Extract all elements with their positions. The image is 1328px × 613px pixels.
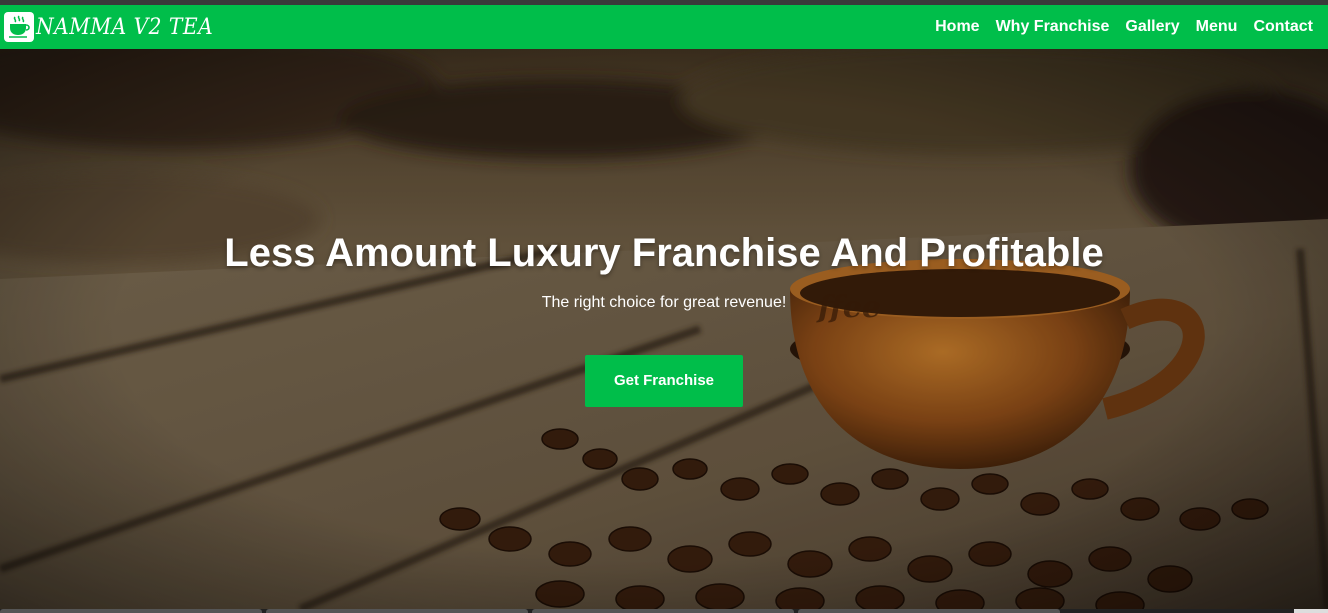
- strip-end: [1294, 609, 1328, 613]
- nav-link-home[interactable]: Home: [935, 18, 979, 36]
- brand-name: NAMMA V2 TEA: [36, 14, 214, 40]
- hero-title: Less Amount Luxury Franchise And Profita…: [224, 231, 1104, 275]
- strip-tab: [532, 609, 794, 613]
- hero-subtitle: The right choice for great revenue!: [541, 294, 787, 311]
- hero-section: ffee: [0, 49, 1328, 609]
- nav-link-why-franchise[interactable]: Why Franchise: [996, 18, 1110, 36]
- get-franchise-button[interactable]: Get Franchise: [585, 355, 743, 407]
- nav-links: Home Why Franchise Gallery Menu Contact: [935, 18, 1313, 36]
- navbar: NAMMA V2 TEA Home Why Franchise Gallery …: [0, 5, 1328, 49]
- strip-tab: [798, 609, 1060, 613]
- strip-tab: [0, 609, 262, 613]
- nav-link-gallery[interactable]: Gallery: [1125, 18, 1179, 36]
- tea-cup-logo-icon: [4, 12, 34, 42]
- bottom-strip: [0, 609, 1328, 613]
- nav-link-menu[interactable]: Menu: [1196, 18, 1238, 36]
- brand[interactable]: NAMMA V2 TEA: [4, 12, 229, 42]
- nav-link-contact[interactable]: Contact: [1253, 18, 1313, 36]
- strip-tab: [266, 609, 528, 613]
- hero-content: Less Amount Luxury Franchise And Profita…: [0, 231, 1328, 407]
